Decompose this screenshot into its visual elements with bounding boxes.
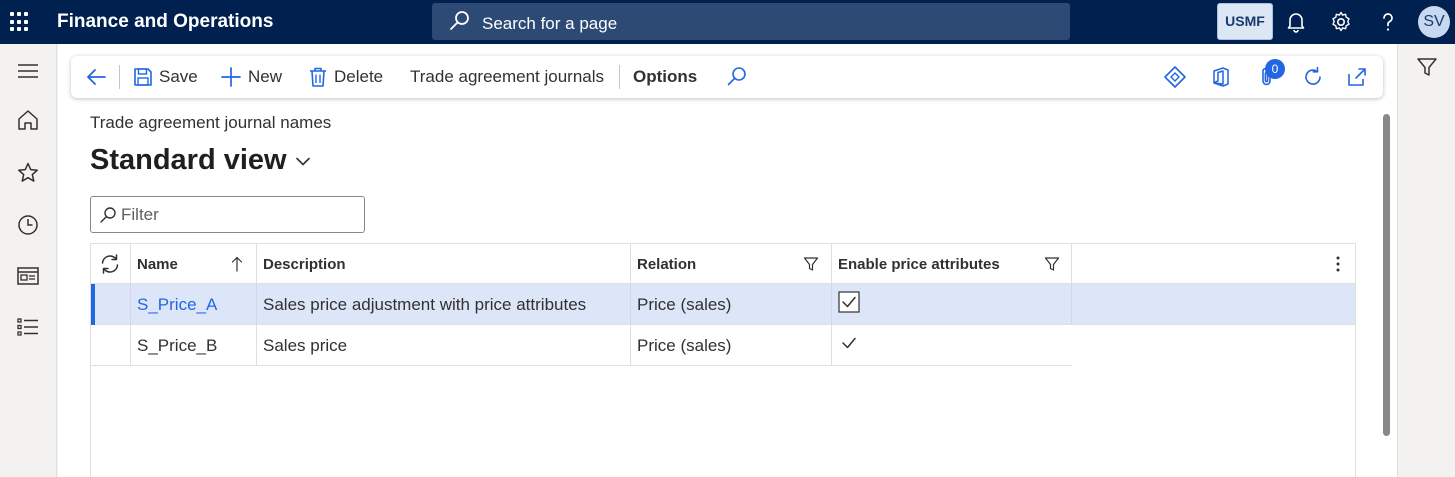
options-tab[interactable]: Options xyxy=(633,56,697,98)
trade-agreement-journals-button[interactable]: Trade agreement journals xyxy=(410,56,604,98)
chevron-down-icon xyxy=(295,157,310,165)
back-arrow-icon[interactable] xyxy=(84,65,108,89)
column-filter-icon[interactable] xyxy=(1044,256,1060,272)
search-icon xyxy=(448,9,472,38)
enable-price-attributes-cell[interactable] xyxy=(832,284,1072,325)
recent-clock-icon[interactable] xyxy=(15,212,41,238)
refresh-icon[interactable] xyxy=(1301,65,1325,89)
notification-bell-icon[interactable] xyxy=(1284,10,1308,34)
trash-icon xyxy=(310,67,326,87)
top-navigation-bar: Finance and Operations Search for a page… xyxy=(0,0,1455,44)
name-cell[interactable]: S_Price_A xyxy=(131,284,257,325)
column-header-relation-label: Relation xyxy=(637,255,697,273)
row-selector-cell[interactable] xyxy=(91,325,131,366)
main-content: Save New Delete Trade agreement journals… xyxy=(58,44,1397,477)
more-options-icon[interactable] xyxy=(1335,254,1341,279)
column-header-enable-price-attributes-label: Enable price attributes xyxy=(838,255,1000,273)
power-apps-icon[interactable] xyxy=(1163,65,1187,89)
grid-refresh-icon xyxy=(101,254,119,274)
grid-header-row: Name Description Relation Enable price a… xyxy=(91,244,1355,284)
enable-price-attributes-checkbox[interactable] xyxy=(838,291,860,318)
app-title[interactable]: Finance and Operations xyxy=(57,11,273,33)
modules-list-icon[interactable] xyxy=(15,314,41,340)
table-row[interactable]: S_Price_A Sales price adjustment with pr… xyxy=(91,284,1355,325)
sort-ascending-arrow-icon xyxy=(231,256,243,272)
relation-cell[interactable]: Price (sales) xyxy=(631,284,832,325)
grid-refresh-button[interactable] xyxy=(91,244,131,284)
filter-input[interactable] xyxy=(121,203,359,227)
left-navigation-pane xyxy=(0,44,57,477)
column-header-relation[interactable]: Relation xyxy=(631,244,832,284)
grid-filter-field[interactable] xyxy=(90,196,365,233)
action-separator xyxy=(119,65,120,89)
column-header-description[interactable]: Description xyxy=(257,244,631,284)
save-label: Save xyxy=(159,67,198,86)
search-placeholder: Search for a page xyxy=(482,14,618,33)
action-pane: Save New Delete Trade agreement journals… xyxy=(71,56,1383,98)
workspaces-icon[interactable] xyxy=(15,263,41,289)
action-search-icon[interactable] xyxy=(725,65,749,89)
column-filter-icon[interactable] xyxy=(803,256,819,272)
vertical-scrollbar[interactable] xyxy=(1383,114,1390,436)
delete-label: Delete xyxy=(334,67,384,86)
row-selector-cell[interactable] xyxy=(91,284,131,325)
journal-names-grid: Name Description Relation Enable price a… xyxy=(90,243,1356,477)
name-cell[interactable]: S_Price_B xyxy=(131,325,257,366)
attachments-count-badge: 0 xyxy=(1265,59,1285,79)
description-cell[interactable]: Sales price adjustment with price attrib… xyxy=(257,284,631,325)
column-header-enable-price-attributes[interactable]: Enable price attributes xyxy=(832,244,1072,284)
page-search-box[interactable]: Search for a page xyxy=(432,3,1070,40)
filter-pane-icon[interactable] xyxy=(1416,56,1438,83)
plus-icon xyxy=(221,67,241,87)
delete-button[interactable]: Delete xyxy=(308,56,383,98)
relation-cell[interactable]: Price (sales) xyxy=(631,325,832,366)
open-new-window-icon[interactable] xyxy=(1345,65,1369,89)
description-cell[interactable]: Sales price xyxy=(257,325,631,366)
page-title: Standard view xyxy=(90,144,287,176)
app-launcher-icon[interactable] xyxy=(8,10,32,34)
table-row[interactable]: S_Price_B Sales price Price (sales) xyxy=(91,325,1072,366)
new-label: New xyxy=(248,67,283,86)
favorites-star-icon[interactable] xyxy=(15,160,41,186)
save-icon xyxy=(134,68,152,86)
column-header-name-label: Name xyxy=(137,255,178,273)
column-header-description-label: Description xyxy=(263,255,346,273)
office-icon[interactable] xyxy=(1209,65,1233,89)
hamburger-menu-icon[interactable] xyxy=(15,58,41,84)
page-caption: Trade agreement journal names xyxy=(90,113,332,132)
user-avatar[interactable]: SV xyxy=(1418,6,1450,38)
trade-agreement-journals-label: Trade agreement journals xyxy=(410,67,605,86)
right-filter-pane xyxy=(1397,44,1455,477)
company-picker[interactable]: USMF xyxy=(1217,3,1273,40)
checkmark-icon xyxy=(838,332,860,359)
view-selector[interactable]: Standard view xyxy=(90,144,311,177)
action-separator xyxy=(619,65,620,89)
help-icon[interactable] xyxy=(1376,10,1400,34)
options-label: Options xyxy=(633,67,698,86)
filter-search-icon xyxy=(100,207,116,223)
enable-price-attributes-cell[interactable] xyxy=(832,325,1072,366)
home-icon[interactable] xyxy=(15,107,41,133)
new-button[interactable]: New xyxy=(220,56,282,98)
settings-gear-icon[interactable] xyxy=(1329,10,1353,34)
save-button[interactable]: Save xyxy=(133,56,198,98)
column-header-name[interactable]: Name xyxy=(131,244,257,284)
